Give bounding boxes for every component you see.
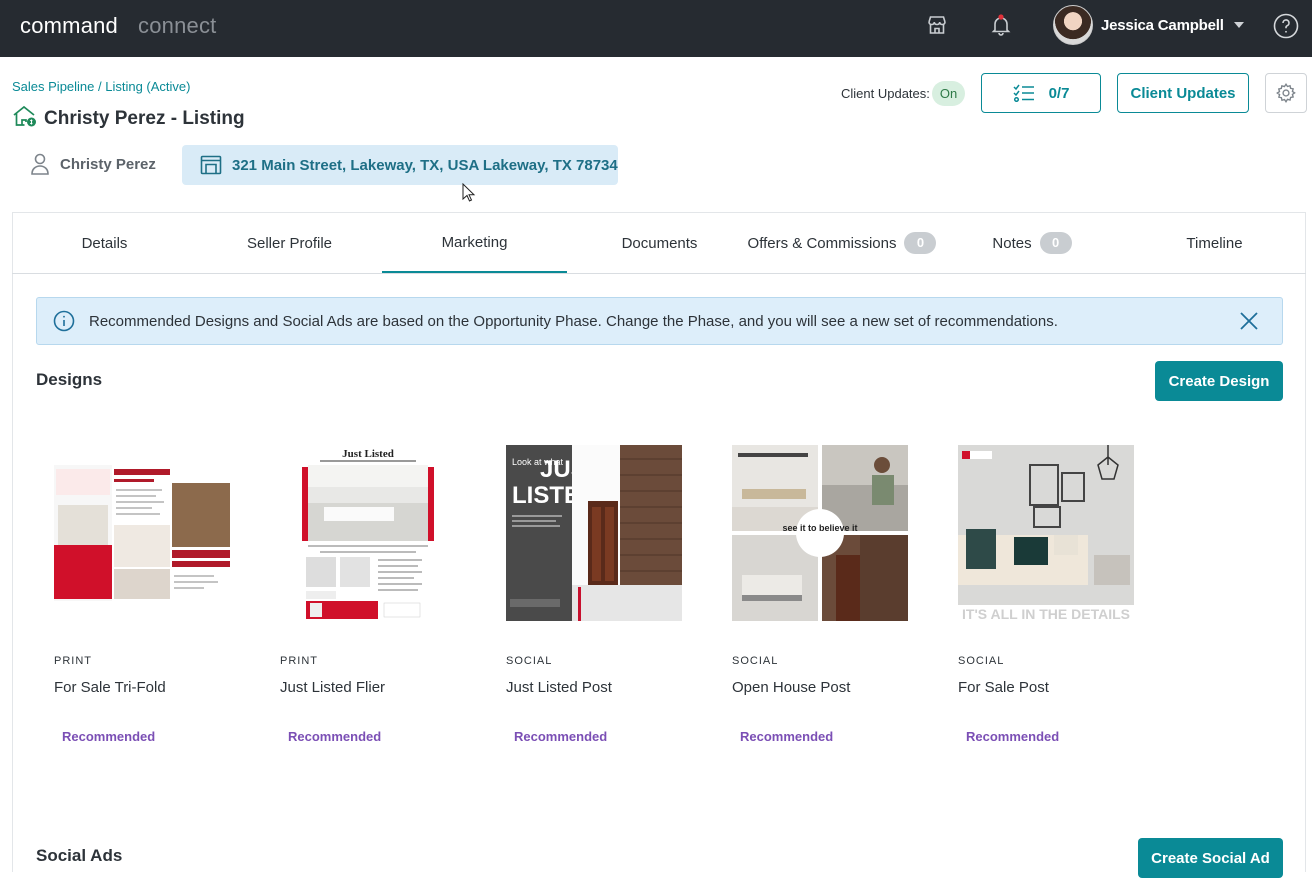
mouse-pointer-icon xyxy=(462,182,476,208)
design-name[interactable]: Just Listed Flier xyxy=(280,679,385,696)
gear-icon xyxy=(1275,82,1297,104)
chevron-down-icon xyxy=(1233,22,1244,28)
tab-documents[interactable]: Documents xyxy=(567,213,752,273)
design-kind: PRINT xyxy=(54,655,92,667)
designs-heading: Designs xyxy=(36,370,103,389)
recommended-label: Recommended xyxy=(514,729,608,744)
tab-details[interactable]: Details xyxy=(12,213,197,273)
tab-seller-profile[interactable]: Seller Profile xyxy=(197,213,382,273)
breadcrumb-listing-link[interactable]: Listing (Active) xyxy=(105,79,190,94)
social-ads-heading: Social Ads xyxy=(36,846,123,865)
page-title: Christy Perez - Listing xyxy=(44,107,245,129)
tab-bar: Details Seller Profile Marketing Documen… xyxy=(12,213,1306,274)
design-name[interactable]: For Sale Post xyxy=(958,679,1049,696)
design-card-just-listed-flier[interactable]: Just Listed PRINT Just Listed Flier Reco… xyxy=(280,445,456,744)
design-name[interactable]: Open House Post xyxy=(732,679,850,696)
breadcrumb-separator: / xyxy=(94,79,106,94)
property-address-chip[interactable]: 321 Main Street, Lakeway, TX, USA Lakewa… xyxy=(182,145,618,185)
tab-marketing[interactable]: Marketing xyxy=(382,213,567,273)
page-title-row: Christy Perez - Listing xyxy=(12,104,245,133)
property-icon xyxy=(200,155,222,175)
tab-label: Marketing xyxy=(441,233,508,251)
property-address: 321 Main Street, Lakeway, TX, USA Lakewa… xyxy=(232,156,618,174)
brand-secondary: connect xyxy=(138,13,217,38)
contact-name: Christy Perez xyxy=(60,155,156,173)
tab-label: Seller Profile xyxy=(246,234,333,252)
avatar xyxy=(1053,5,1093,45)
tasks-count: 0/7 xyxy=(1048,84,1070,102)
create-design-button[interactable]: Create Design xyxy=(1155,361,1283,401)
tab-label: Documents xyxy=(621,234,698,252)
thumb-just-listed: Just Listed xyxy=(342,448,394,460)
design-card-open-house-post[interactable]: see it to believe it SOCIAL Open House P… xyxy=(732,445,908,744)
design-kind: SOCIAL xyxy=(506,655,553,667)
design-kind: SOCIAL xyxy=(732,655,779,667)
person-icon xyxy=(30,152,50,176)
house-dollar-icon xyxy=(12,104,38,133)
design-card-just-listed-post[interactable]: Look at what JUST LISTED SOCIAL Just Lis… xyxy=(506,445,682,744)
tab-label: Timeline xyxy=(1186,234,1243,252)
breadcrumb: Sales Pipeline / Listing (Active) xyxy=(12,79,190,94)
design-thumbnail[interactable] xyxy=(54,445,230,621)
breadcrumb-pipeline-link[interactable]: Sales Pipeline xyxy=(12,79,94,94)
thumb-details: IT'S ALL IN THE DETAILS xyxy=(962,606,1130,621)
close-icon[interactable] xyxy=(1238,310,1260,337)
info-icon xyxy=(53,310,75,332)
help-circle-icon[interactable] xyxy=(1273,13,1299,39)
tab-notes[interactable]: Notes 0 xyxy=(967,213,1097,273)
tab-timeline[interactable]: Timeline xyxy=(1122,213,1307,273)
count-badge: 0 xyxy=(1039,232,1072,254)
brand-primary: command xyxy=(20,13,118,38)
info-banner-text: Recommended Designs and Social Ads are b… xyxy=(89,312,1058,330)
design-thumbnail[interactable]: Just Listed xyxy=(280,445,456,621)
bell-icon[interactable] xyxy=(989,13,1013,37)
design-card-for-sale-post[interactable]: IT'S ALL IN THE DETAILS SOCIAL For Sale … xyxy=(958,445,1134,744)
count-badge: 0 xyxy=(904,232,937,254)
design-thumbnail[interactable]: IT'S ALL IN THE DETAILS xyxy=(958,445,1134,621)
client-updates-label: Client Updates: xyxy=(841,86,930,101)
design-kind: SOCIAL xyxy=(958,655,1005,667)
checklist-icon xyxy=(1013,84,1035,102)
design-kind: PRINT xyxy=(280,655,318,667)
recommended-label: Recommended xyxy=(966,729,1060,744)
tab-label: Offers & Commissions xyxy=(747,234,897,252)
design-card-for-sale-trifold[interactable]: PRINT For Sale Tri-Fold Recommended xyxy=(54,445,230,744)
recommended-label: Recommended xyxy=(740,729,834,744)
store-icon[interactable] xyxy=(925,13,949,37)
client-updates-button[interactable]: Client Updates xyxy=(1117,73,1249,113)
create-social-ad-button[interactable]: Create Social Ad xyxy=(1138,838,1283,878)
recommended-label: Recommended xyxy=(288,729,382,744)
design-thumbnail[interactable]: see it to believe it xyxy=(732,445,908,621)
app-logo[interactable]: command connect xyxy=(20,13,216,39)
design-name[interactable]: Just Listed Post xyxy=(506,679,612,696)
tab-label: Notes xyxy=(992,234,1032,252)
recommended-label: Recommended xyxy=(62,729,156,744)
top-navigation-bar: command connect Jessica Campbell xyxy=(0,0,1312,57)
tasks-button[interactable]: 0/7 xyxy=(981,73,1101,113)
thumb-see-it: see it to believe it xyxy=(782,523,857,533)
design-thumbnail[interactable]: Look at what JUST LISTED xyxy=(506,445,682,621)
contact-chip[interactable]: Christy Perez xyxy=(30,152,156,176)
user-name: Jessica Campbell xyxy=(1101,16,1224,34)
tab-label: Details xyxy=(81,234,128,252)
tab-offers-commissions[interactable]: Offers & Commissions 0 xyxy=(742,213,942,273)
design-name[interactable]: For Sale Tri-Fold xyxy=(54,679,166,696)
settings-button[interactable] xyxy=(1265,73,1307,113)
info-banner: Recommended Designs and Social Ads are b… xyxy=(36,297,1283,345)
client-updates-toggle[interactable]: On xyxy=(932,81,965,106)
user-menu[interactable]: Jessica Campbell xyxy=(1053,5,1244,45)
